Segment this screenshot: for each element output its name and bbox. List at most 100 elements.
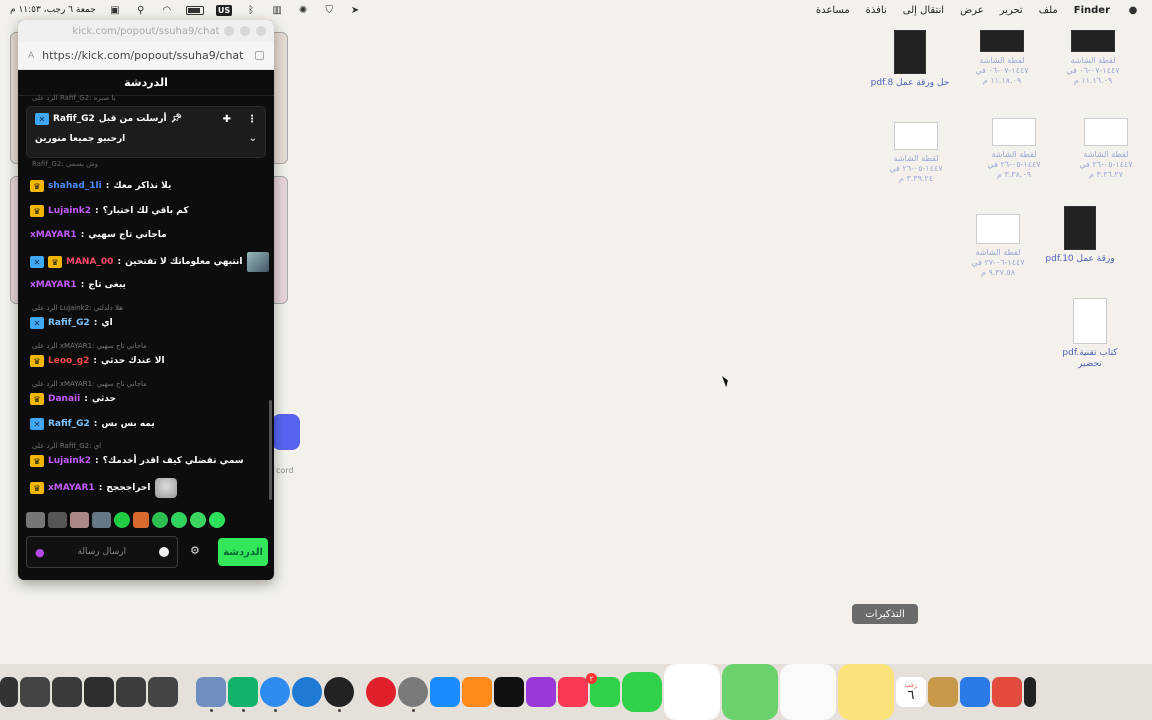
message-user[interactable]: xMAYAR1 xyxy=(30,230,77,240)
input-source-badge[interactable]: US xyxy=(215,4,233,16)
window-thumbnail-icon[interactable] xyxy=(52,677,82,707)
reminders-icon[interactable] xyxy=(780,664,836,720)
message-user[interactable]: Lujaink2 xyxy=(48,206,91,216)
maps-icon[interactable] xyxy=(722,664,778,720)
desktop-file[interactable]: لقطة الشاشة ١٤٤٧-٠٧-٠٦ في ١١.١٦.٠٩ م xyxy=(1053,30,1133,86)
chat-message[interactable]: ♛ Lujaink2: سمي تفضلي كيف اقدر أخدمك؟ xyxy=(30,455,244,467)
message-user[interactable]: Leoo_g2 xyxy=(48,356,89,366)
message-user[interactable]: Rafif_G2 xyxy=(48,419,90,429)
partial-dock-icon[interactable] xyxy=(1024,677,1036,707)
message-input[interactable]: ● ارسال رسالة xyxy=(26,536,178,568)
kick-emote-icon[interactable] xyxy=(114,512,130,528)
location-arrow-icon[interactable]: ➤ xyxy=(348,4,362,16)
window-thumbnail-icon[interactable] xyxy=(20,677,50,707)
chat-message[interactable]: ♛ Lujaink2: كم باقي لك اختبار؟ xyxy=(30,205,189,217)
desktop-file[interactable]: pdf.ورقة عمل 10 xyxy=(1040,206,1120,265)
message-user[interactable]: shahad_1li xyxy=(48,181,102,191)
launchpad-icon[interactable] xyxy=(992,677,1022,707)
reply-context[interactable]: الرد على Lujaink2: هلا دلدلتي xyxy=(32,304,123,312)
apple-menu-icon[interactable]: ● xyxy=(1126,4,1140,16)
window-thumbnail-icon[interactable] xyxy=(116,677,146,707)
edge-icon[interactable] xyxy=(292,677,322,707)
desktop-file[interactable]: pdf.كتاب تقنية تحضير xyxy=(1050,298,1130,371)
preview-icon[interactable] xyxy=(196,677,226,712)
desktop-file[interactable]: لقطة الشاشة ١٤٤٧-٠٧-٠٦ في ١١.١٨.٠٩ م xyxy=(962,30,1042,86)
kick-emote-icon[interactable] xyxy=(152,512,168,528)
menu-edit[interactable]: تحرير xyxy=(1000,5,1023,16)
menu-go[interactable]: انتقال إلى xyxy=(903,5,944,16)
desktop-file[interactable]: لقطة الشاشة ١٤٤٧-٠٦-٢٧ في ٩.٣٧.٥٨ م xyxy=(958,214,1038,278)
app-status-icon[interactable]: ▥ xyxy=(270,4,284,16)
message-placeholder[interactable]: ارسال رسالة xyxy=(53,547,151,557)
microphone-icon[interactable]: ● xyxy=(35,546,45,559)
message-user[interactable]: xMAYAR1 xyxy=(48,483,95,493)
close-button[interactable] xyxy=(256,26,266,36)
emote-thumb-icon[interactable] xyxy=(133,512,149,528)
zoom-button[interactable] xyxy=(240,26,250,36)
desktop-file[interactable]: pdf.حل ورقة عمل 8 xyxy=(870,30,950,89)
messages-icon[interactable] xyxy=(622,672,662,712)
reply-context[interactable]: الرد على xMAYAR1: ماجاني تاج سهيي xyxy=(32,342,147,350)
reply-context[interactable]: الرد على Rafif_G2: اي xyxy=(32,442,101,450)
window-thumbnail-icon[interactable] xyxy=(84,677,114,707)
kick-emote-icon[interactable] xyxy=(209,512,225,528)
facetime-icon[interactable]: ٢ xyxy=(586,673,620,707)
message-user[interactable]: xMAYAR1 xyxy=(30,280,77,290)
spotlight-search-icon[interactable]: ⚲ xyxy=(134,4,148,16)
desktop-file[interactable]: لقطة الشاشة ١٤٤٧-٠٥-٢٦ في ٣.٣٨.٠٩ م xyxy=(974,118,1054,180)
chat-message[interactable]: xMAYAR1: يبغى تاج xyxy=(30,280,126,290)
window-thumbnail-icon[interactable] xyxy=(0,677,18,707)
chat-message[interactable]: ♛ Leoo_g2: الا عندك حدثي xyxy=(30,355,165,367)
reader-icon[interactable]: A xyxy=(28,51,34,61)
opera-icon[interactable] xyxy=(366,677,396,707)
chat-message[interactable]: ♛ xMAYAR1: احراجججج xyxy=(30,478,177,498)
kick-emote-icon[interactable] xyxy=(171,512,187,528)
pinned-message[interactable]: ✕ Rafif_G2 أرسلت من قبل 📌︎ ✚ ⋮ ارحبيو جم… xyxy=(26,106,266,158)
control-center-icon[interactable]: ▣ xyxy=(108,4,122,16)
pin-icon[interactable]: ✚ xyxy=(223,114,231,125)
bluetooth-icon[interactable]: ᛒ xyxy=(244,4,258,16)
address-bar[interactable]: A https://kick.com/popout/ssuha9/chat xyxy=(18,42,274,70)
podcasts-icon[interactable] xyxy=(526,677,556,707)
openai-icon[interactable]: ✺ xyxy=(296,4,310,16)
window-thumbnail-icon[interactable] xyxy=(148,677,178,707)
emoji-icon[interactable] xyxy=(159,547,169,557)
chevron-down-icon[interactable]: ⌄ xyxy=(249,133,257,144)
send-chat-button[interactable]: الدردشة xyxy=(218,538,268,566)
emote-thumb-icon[interactable] xyxy=(26,512,45,528)
chat-message[interactable]: ✕ Rafif_G2: اي xyxy=(30,317,113,329)
shield-icon[interactable]: ⛉ xyxy=(322,4,336,16)
menu-window[interactable]: نافذة xyxy=(866,5,887,16)
books-icon[interactable] xyxy=(462,677,492,707)
music-icon[interactable] xyxy=(558,677,588,707)
photos-icon[interactable] xyxy=(664,664,720,720)
app-menu-finder[interactable]: Finder xyxy=(1074,5,1110,16)
menu-file[interactable]: ملف xyxy=(1039,5,1058,16)
message-user[interactable]: Lujaink2 xyxy=(48,456,91,466)
clock[interactable]: جمعة ٦ رجب، ١١:٥٣ م xyxy=(10,5,96,15)
notes-icon[interactable] xyxy=(838,664,894,720)
more-options-icon[interactable]: ⋮ xyxy=(247,114,257,125)
wifi-icon[interactable]: ◠ xyxy=(160,4,174,16)
kick-emote-icon[interactable] xyxy=(190,512,206,528)
emote-thumb-icon[interactable] xyxy=(70,512,89,528)
mail-icon[interactable] xyxy=(960,677,990,707)
chat-message[interactable]: ♛ shahad_1li: يلا نذاكر معك xyxy=(30,180,171,192)
message-user[interactable]: Rafif_G2 xyxy=(48,318,90,328)
emote-thumb-icon[interactable] xyxy=(48,512,67,528)
chatgpt-icon[interactable] xyxy=(324,677,354,712)
pinned-user[interactable]: Rafif_G2 xyxy=(53,114,95,124)
message-user[interactable]: Danaii xyxy=(48,394,80,404)
system-settings-icon[interactable] xyxy=(398,677,428,712)
chat-message[interactable]: xMAYAR1: ماجاني تاج سهيي xyxy=(30,230,167,240)
chat-message[interactable]: ✕ ♛ MANA_00: انتبهي معلوماتك لا تفتحين xyxy=(30,252,269,272)
emote-thumb-icon[interactable] xyxy=(92,512,111,528)
menu-view[interactable]: عرض xyxy=(960,5,984,16)
kick-app-icon[interactable] xyxy=(228,677,258,712)
chat-settings-gear-icon[interactable]: ⚙ xyxy=(190,544,200,557)
desktop-file[interactable]: لقطة الشاشة ١٤٤٧-٠٥-٢٦ في ٣.٣٦.٢٧ م xyxy=(1066,118,1146,180)
url-text[interactable]: https://kick.com/popout/ssuha9/chat xyxy=(42,49,243,62)
reply-context[interactable]: الرد على xMAYAR1: ماجاني تاج سهيي xyxy=(32,380,147,388)
minimize-button[interactable] xyxy=(224,26,234,36)
chat-scrollbar[interactable] xyxy=(269,400,272,500)
